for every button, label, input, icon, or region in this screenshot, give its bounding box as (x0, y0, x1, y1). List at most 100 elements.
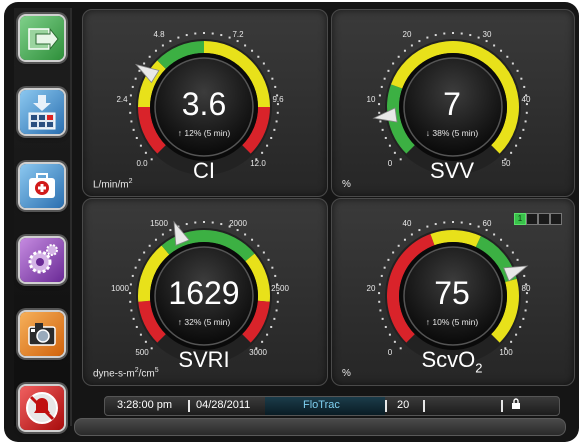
ci-tick-label: 4.8 (153, 30, 165, 39)
svri-tick-mark (130, 309, 133, 312)
svri-tile[interactable]: 500 1000 1500 2000 2500 3000 1629 ↑ 32% … (82, 198, 328, 386)
date: 04/28/2011 (196, 399, 251, 411)
scvo2-tick-mark (379, 309, 382, 312)
status-bar: 3:28:00 pm 04/28/2011 FloTrac 20 (104, 396, 560, 416)
svri-tick-mark (144, 340, 147, 343)
clinical-tools-button[interactable] (20, 164, 64, 208)
scvo2-tick-mark (381, 317, 384, 320)
scvo2-tick-mark (384, 325, 387, 328)
svv-tick-mark (515, 144, 518, 147)
move-forward-button[interactable] (20, 16, 64, 60)
svv-tick-mark (387, 69, 390, 72)
svv-tick-mark (418, 40, 421, 43)
ci-tick-mark (270, 136, 273, 139)
ci-tick-mark (261, 151, 264, 154)
scvo2-tick-mark (434, 223, 437, 226)
status-divider (501, 400, 503, 412)
svv-tick-mark (520, 77, 523, 80)
svri-parameter-name: SVRI (178, 347, 230, 372)
svv-tick-mark (403, 49, 406, 52)
svri-tick-mark (203, 221, 205, 223)
ci-parameter-name: CI (193, 158, 215, 183)
scvo2-tick-label: 40 (402, 219, 412, 228)
monitoring-mode[interactable]: FloTrac (303, 399, 340, 411)
scvo2-tick-label: 80 (521, 284, 531, 293)
svv-unit: % (342, 179, 351, 190)
move-forward-icon (28, 27, 59, 51)
bottom-bar (74, 418, 566, 436)
ci-tile[interactable]: 0.0 2.4 4.8 7.2 9.6 12.0 3.6 ↑ 12% (5 mi… (82, 9, 328, 197)
scvo2-tick-mark (523, 274, 526, 277)
scvo2-tick-mark (519, 325, 522, 328)
svri-tick-mark (154, 238, 157, 241)
scvo2-tile[interactable]: 0 20 40 60 80 100 75 ↑ 10% (5 min) ScvO2… (331, 198, 575, 386)
svv-tick-mark (410, 44, 413, 47)
svri-tick-mark (138, 258, 141, 261)
ci-trend: ↑ 12% (5 min) (177, 128, 231, 138)
svv-tick-mark (522, 128, 525, 131)
ci-tick-mark (203, 32, 205, 34)
snapshot-button[interactable] (20, 312, 64, 356)
svri-trend: ↑ 32% (5 min) (177, 317, 231, 327)
svv-tick-label: 30 (482, 30, 492, 39)
svv-tick-mark (443, 32, 446, 35)
ci-tick-mark (271, 77, 274, 80)
scvo2-tick-mark (522, 317, 525, 320)
ci-unit: L/min/m2 (93, 177, 133, 190)
scvo2-tick-mark (426, 225, 429, 228)
svv-tick-mark (500, 49, 503, 52)
svv-tick-mark (485, 40, 488, 43)
scvo2-value: 75 (434, 275, 470, 311)
svri-tick-mark (143, 251, 146, 254)
silence-alarm-button[interactable] (20, 386, 64, 430)
svri-tick-mark (262, 251, 265, 254)
settings-button[interactable] (20, 238, 64, 282)
ci-tick-mark (266, 144, 269, 147)
ci-tick-mark (257, 55, 260, 58)
ci-tick-mark (138, 69, 141, 72)
signal-box-active: 1 (514, 213, 526, 225)
status-divider (188, 400, 190, 412)
svv-tick-label: 10 (366, 95, 376, 104)
svri-tick-mark (244, 233, 247, 236)
svv-trend: ↓ 38% (5 min) (425, 128, 479, 138)
svri-tick-mark (270, 325, 273, 328)
status-divider (423, 400, 425, 412)
data-download-button[interactable] (20, 90, 64, 134)
svri-tick-mark (274, 274, 277, 277)
svv-tick-mark (511, 62, 514, 65)
scvo2-tick-mark (485, 229, 488, 232)
signal-box (550, 213, 562, 225)
scvo2-tick-mark (510, 340, 513, 343)
svv-tick-mark (384, 136, 387, 139)
ci-tick-mark (134, 77, 137, 80)
svv-tick-mark (519, 136, 522, 139)
svv-tick-mark (493, 44, 496, 47)
svri-tick-label: 2500 (271, 284, 289, 293)
svv-tick-mark (523, 85, 526, 88)
ci-tick-mark (274, 85, 277, 88)
svri-tick-mark (135, 325, 138, 328)
svv-tick-mark (381, 128, 384, 131)
svri-tick-mark (132, 317, 135, 320)
svri-tick-label: 2000 (229, 219, 247, 228)
scvo2-tick-label: 20 (366, 284, 376, 293)
ci-tick-label: 2.4 (116, 95, 128, 104)
averaging-interval[interactable]: 20 (397, 399, 409, 411)
lock-icon[interactable] (511, 398, 521, 413)
svri-tick-mark (211, 221, 214, 224)
svv-value: 7 (443, 86, 461, 122)
svv-tick-mark (525, 111, 528, 114)
ci-tick-mark (129, 111, 132, 114)
scvo2-tick-mark (392, 251, 395, 254)
svv-tile[interactable]: 0 10 20 30 40 50 7 ↓ 38% (5 min) SVV % (331, 9, 575, 197)
svri-tick-mark (169, 229, 172, 232)
svv-tick-mark (506, 55, 509, 58)
svri-tick-mark (251, 238, 254, 241)
clinical-tools-icon (29, 173, 55, 198)
ci-tick-mark (169, 40, 172, 43)
scvo2-tick-mark (378, 300, 381, 303)
ci-tick-mark (177, 36, 180, 39)
svv-tick-mark (516, 69, 519, 72)
svri-tick-label: 1000 (111, 284, 129, 293)
